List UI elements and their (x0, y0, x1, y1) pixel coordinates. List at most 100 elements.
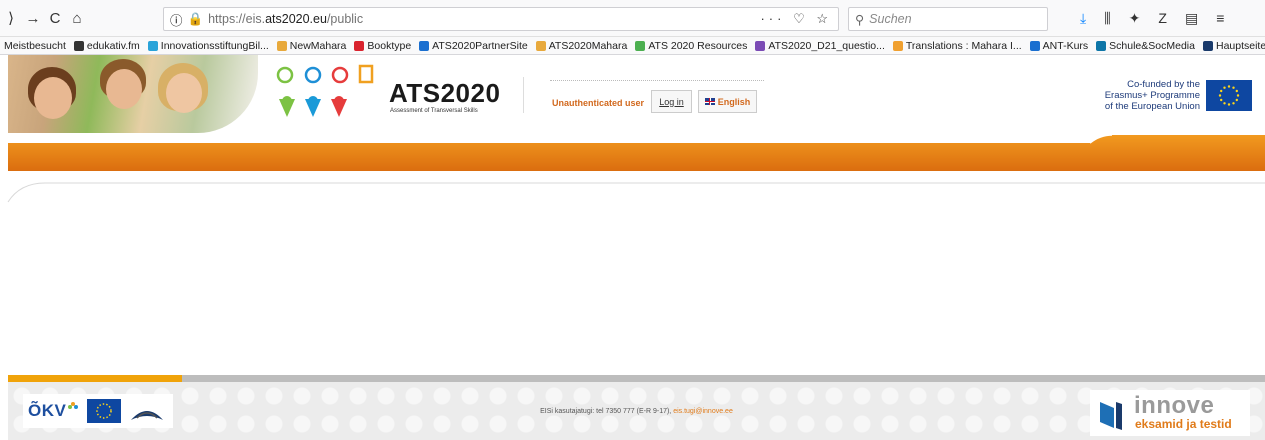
bookmark-item[interactable]: Booktype (354, 40, 411, 52)
bookmark-label: edukativ.fm (86, 39, 140, 52)
user-status: Unauthenticated user (552, 98, 645, 108)
eu-star-icon (1235, 98, 1238, 102)
extension-icon[interactable]: ✦ (1129, 10, 1141, 27)
bookmark-favicon-icon (1096, 40, 1107, 51)
bookmark-label: Translations : Mahara I... (905, 39, 1022, 52)
user-area-divider (550, 80, 764, 81)
bookmark-label: Meistbesucht (4, 39, 66, 52)
site-subtitle: Assessment of Transversal Skills (390, 108, 478, 114)
bookmark-label: NewMahara (289, 39, 347, 52)
eu-star-icon (1227, 103, 1231, 106)
bookmark-item[interactable]: Hauptseite – InfoWiki (1202, 39, 1265, 52)
info-icon[interactable]: ⓘ (170, 10, 183, 29)
bookmark-item[interactable]: ATS 2020 Resources (635, 40, 747, 52)
menu-icon[interactable]: ≡ (1216, 10, 1224, 27)
eu-flag-icon (1206, 80, 1252, 111)
cofund-line-3: of the European Union (1104, 101, 1200, 112)
support-email-link[interactable]: eis.tugi@innove.ee (673, 408, 733, 415)
url-host: ats2020.eu (265, 12, 327, 26)
address-bar[interactable]: ⓘ 🔒 https://eis. ats2020.eu/public ··· ♡ … (163, 7, 839, 31)
eu-star-icon (1223, 86, 1226, 89)
bookmark-item[interactable]: ATS2020_D21_questio... (755, 40, 885, 52)
bookmark-item[interactable]: InnovationsstiftungBil... (147, 39, 269, 52)
bookmark-item[interactable]: Meistbesucht (4, 40, 66, 52)
footer-accent (8, 375, 182, 382)
eu-star-icon (1223, 102, 1226, 105)
bookmark-label: Hauptseite – InfoWiki (1215, 39, 1265, 52)
eu-star-icon (1232, 86, 1235, 89)
bookmark-label: ATS 2020 Resources (648, 39, 748, 52)
library-icon[interactable]: ⫼ (1104, 10, 1110, 27)
bookmark-favicon-icon (276, 40, 287, 51)
innove-name: innove (1134, 392, 1215, 419)
bookmark-label: Schule&SocMedia (1109, 39, 1195, 52)
bookmark-label: Booktype (367, 39, 412, 52)
bookmark-favicon-icon (147, 40, 158, 51)
eu-star-icon (1220, 89, 1223, 93)
home-button[interactable]: ⌂ (66, 10, 88, 27)
reload-button[interactable]: C (44, 10, 66, 27)
eu-star-icon (1220, 98, 1223, 102)
cofunded-text: Co-funded by the Erasmus+ Programme of t… (1088, 79, 1200, 112)
bookmark-favicon-icon (419, 40, 430, 51)
page-actions-icon[interactable]: ··· ♡ ☆ (760, 11, 832, 27)
sidebar-icon[interactable]: ▤ (1185, 10, 1198, 27)
bookmark-label: ATS2020Mahara (548, 39, 628, 52)
forward-button[interactable]: → (22, 10, 44, 27)
search-input[interactable]: ⚲ Suchen (848, 7, 1048, 31)
language-label: English (717, 96, 751, 107)
footer-stripe (8, 375, 1265, 382)
bookmark-favicon-icon (892, 40, 903, 51)
footer-support: EISi kasutajatugi: tel 7350 777 (E-R 9-1… (8, 408, 1265, 415)
eu-star-icon (1232, 102, 1235, 105)
bookmark-favicon-icon (635, 40, 646, 51)
footer: ÕKV EISi kasutajatugi: tel 7350 777 (E-R… (8, 382, 1265, 440)
zotero-icon[interactable]: Z (1158, 10, 1167, 27)
eu-star-icon (1236, 94, 1240, 97)
eu-star-icon (1218, 94, 1222, 97)
bookmark-favicon-icon (1202, 40, 1213, 51)
download-icon[interactable]: ⤓ (1080, 10, 1086, 27)
innove-logo-icon (1100, 402, 1122, 430)
search-icon: ⚲ (855, 12, 865, 27)
site-header: ATS2020 Assessment of Transversal Skills… (0, 55, 1265, 135)
innove-logo: innove eksamid ja testid (1090, 390, 1250, 436)
eu-star-icon (1227, 85, 1231, 88)
back-button[interactable]: ⟩ (0, 9, 22, 27)
search-placeholder: Suchen (869, 12, 912, 26)
support-text: EISi kasutajatugi: tel 7350 777 (E-R 9-1… (540, 408, 674, 415)
uk-flag-icon (704, 98, 715, 105)
bookmark-favicon-icon (755, 40, 766, 51)
bookmark-item[interactable]: ANT-Kurs (1029, 39, 1089, 52)
bookmark-label: ATS2020_D21_questio... (768, 39, 885, 52)
orange-header-band (7, 135, 1265, 203)
header-photo (8, 55, 258, 133)
innove-tagline: eksamid ja testid (1135, 417, 1232, 431)
header-divider (523, 77, 524, 113)
site-title: ATS2020 (389, 78, 501, 108)
bookmark-item[interactable]: edukativ.fm (73, 39, 140, 52)
bookmark-label: InnovationsstiftungBil... (160, 39, 269, 52)
bookmarks-bar: Meistbesucht edukativ.fm Innovationsstiftu… (0, 37, 1265, 55)
bookmark-item[interactable]: Translations : Mahara I... (892, 39, 1022, 52)
lock-icon: 🔒 (187, 11, 204, 26)
cofund-line-2: Erasmus+ Programme (1104, 90, 1200, 101)
bookmark-favicon-icon (73, 40, 84, 51)
login-button[interactable]: Log in (651, 90, 692, 113)
url-protocol: https://eis. (208, 12, 266, 26)
ats-logo-icon (276, 64, 374, 117)
bookmark-label: ANT-Kurs (1042, 39, 1089, 52)
eu-star-icon (1235, 89, 1238, 93)
bookmark-favicon-icon (354, 40, 365, 51)
cofund-line-1: Co-funded by the (1127, 79, 1200, 90)
language-button[interactable]: English (698, 90, 757, 113)
toolbar-icons: ⤓ ⫼ ✦ Z ▤ ≡ (1080, 10, 1224, 27)
bookmark-item[interactable]: ATS2020Mahara (535, 39, 628, 52)
bookmark-favicon-icon (1029, 40, 1040, 51)
bookmark-item[interactable]: ATS2020PartnerSite (419, 40, 528, 52)
bookmark-item[interactable]: NewMahara (276, 39, 347, 52)
url-path: /public (326, 12, 364, 26)
bookmark-favicon-icon (535, 40, 546, 51)
bookmark-item[interactable]: Schule&SocMedia (1096, 40, 1195, 52)
bookmark-label: ATS2020PartnerSite (432, 39, 528, 52)
